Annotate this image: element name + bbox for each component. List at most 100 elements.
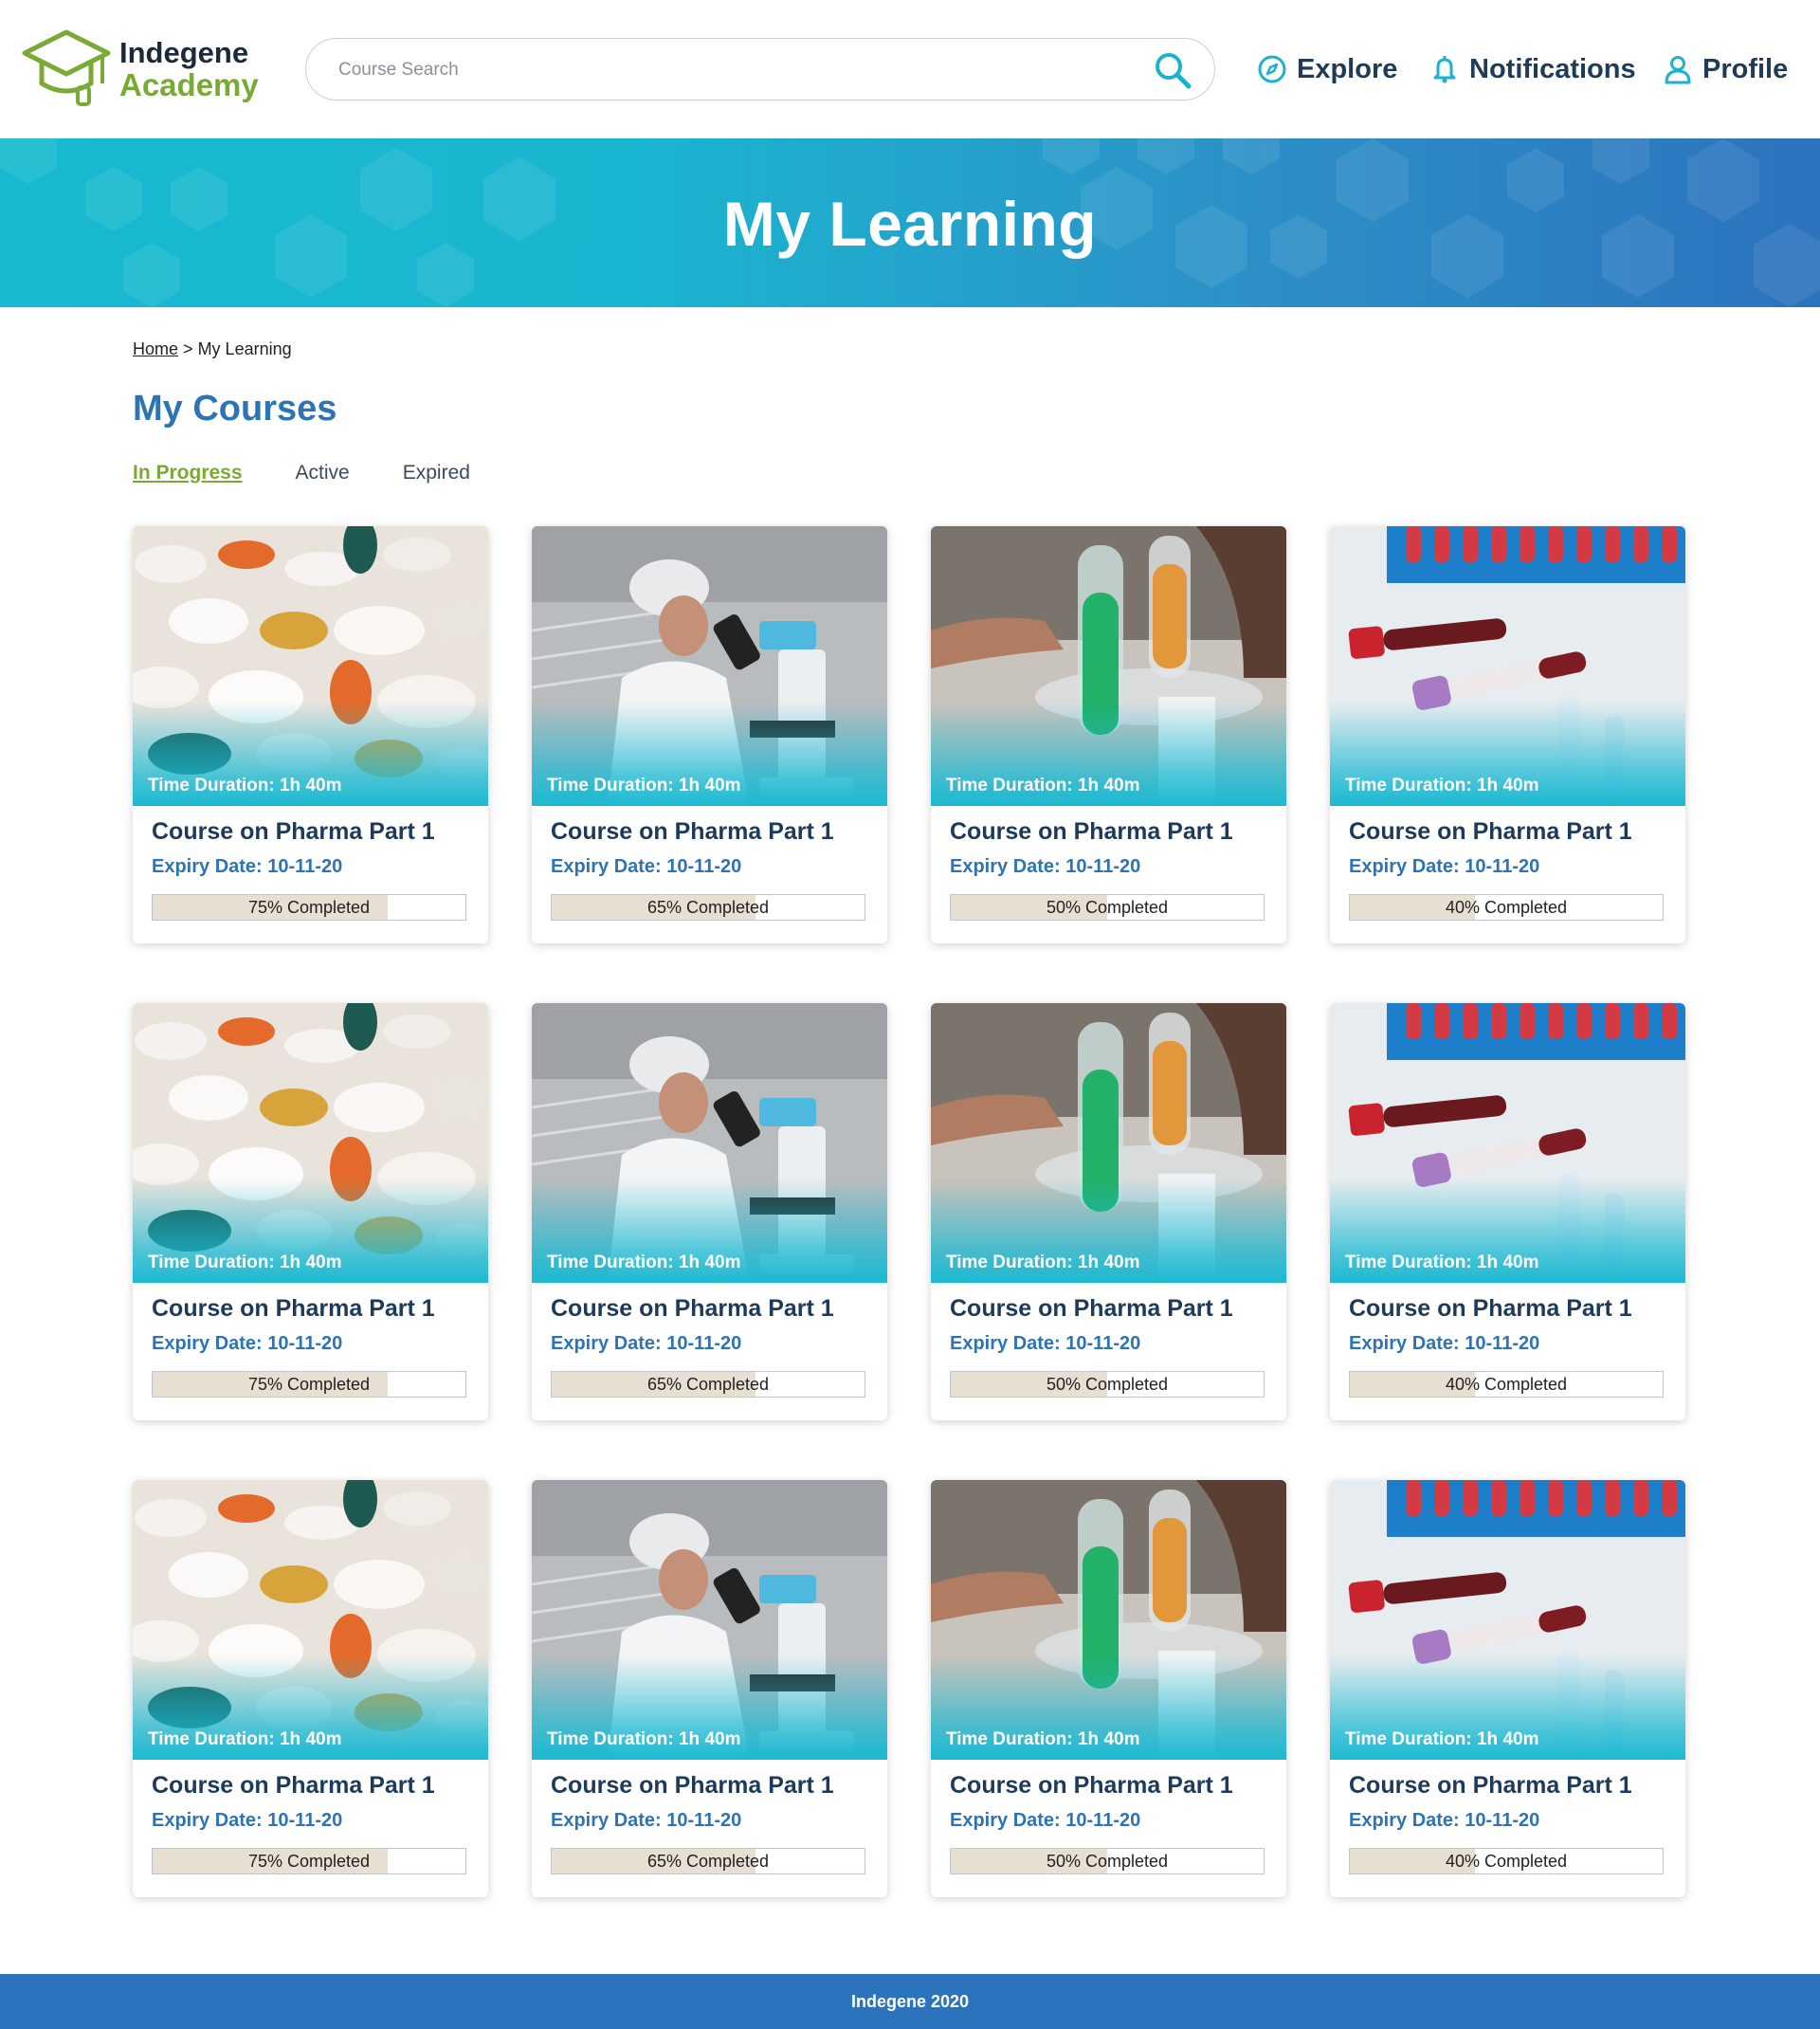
course-card[interactable]: Time Duration: 1h 40m Course on Pharma P… (532, 1480, 887, 1897)
course-thumbnail[interactable] (133, 1480, 488, 1760)
nav-notifications[interactable]: Notifications (1429, 47, 1636, 91)
nav-explore[interactable]: Explore (1257, 47, 1397, 91)
course-duration: Time Duration: 1h 40m (946, 776, 1140, 795)
course-thumbnail[interactable] (1330, 1003, 1685, 1283)
course-expiry: Expiry Date: 10-11-20 (1349, 856, 1540, 877)
course-title[interactable]: Course on Pharma Part 1 (1349, 1295, 1632, 1323)
course-title[interactable]: Course on Pharma Part 1 (950, 1295, 1233, 1323)
progress-label: 75% Completed (247, 898, 371, 917)
progress-label: 50% Completed (1046, 898, 1169, 917)
progress-bar: 65% Completed (551, 894, 865, 921)
compass-icon (1258, 55, 1286, 83)
progress-bar: 40% Completed (1349, 894, 1664, 921)
course-expiry: Expiry Date: 10-11-20 (551, 856, 742, 877)
course-duration: Time Duration: 1h 40m (1345, 776, 1539, 795)
course-thumbnail[interactable] (931, 1480, 1286, 1760)
course-tabs: In Progress Active Expired (133, 462, 523, 484)
progress-bar: 50% Completed (950, 894, 1265, 921)
progress-label: 50% Completed (1046, 1375, 1169, 1394)
nav-explore-label: Explore (1297, 53, 1398, 84)
course-duration: Time Duration: 1h 40m (547, 1252, 741, 1272)
breadcrumb: Home > My Learning (133, 339, 292, 359)
progress-bar: 40% Completed (1349, 1371, 1664, 1398)
progress-label: 40% Completed (1445, 1852, 1568, 1871)
course-duration: Time Duration: 1h 40m (1345, 1729, 1539, 1749)
search-bar (305, 38, 1215, 101)
course-title[interactable]: Course on Pharma Part 1 (551, 818, 834, 846)
course-duration: Time Duration: 1h 40m (1345, 1252, 1539, 1272)
search-input[interactable] (338, 54, 1116, 86)
course-title[interactable]: Course on Pharma Part 1 (152, 1295, 435, 1323)
tab-expired[interactable]: Expired (403, 462, 470, 484)
course-expiry: Expiry Date: 10-11-20 (551, 1810, 742, 1831)
breadcrumb-separator: > (183, 339, 193, 358)
course-card[interactable]: Time Duration: 1h 40m Course on Pharma P… (931, 526, 1286, 943)
nav-profile[interactable]: Profile (1663, 47, 1788, 91)
course-card[interactable]: Time Duration: 1h 40m Course on Pharma P… (532, 526, 887, 943)
course-thumbnail[interactable] (1330, 1480, 1685, 1760)
nav-profile-label: Profile (1702, 53, 1789, 84)
course-thumbnail[interactable] (1330, 526, 1685, 806)
course-expiry: Expiry Date: 10-11-20 (1349, 1333, 1540, 1354)
logo[interactable]: Indegene Academy (19, 25, 265, 114)
course-card[interactable]: Time Duration: 1h 40m Course on Pharma P… (133, 1480, 488, 1897)
course-card[interactable]: Time Duration: 1h 40m Course on Pharma P… (931, 1480, 1286, 1897)
course-thumbnail[interactable] (931, 526, 1286, 806)
course-title[interactable]: Course on Pharma Part 1 (551, 1772, 834, 1800)
course-card[interactable]: Time Duration: 1h 40m Course on Pharma P… (931, 1003, 1286, 1420)
course-card[interactable]: Time Duration: 1h 40m Course on Pharma P… (532, 1003, 887, 1420)
section-title: My Courses (133, 389, 337, 429)
course-thumbnail[interactable] (133, 526, 488, 806)
course-title[interactable]: Course on Pharma Part 1 (1349, 1772, 1632, 1800)
course-title[interactable]: Course on Pharma Part 1 (152, 1772, 435, 1800)
site-header: Indegene Academy Explore Notifications P… (0, 0, 1820, 138)
logo-line-2: Academy (119, 67, 259, 102)
course-duration: Time Duration: 1h 40m (547, 776, 741, 795)
progress-label: 40% Completed (1445, 898, 1568, 917)
bell-icon (1433, 56, 1456, 83)
page-title: My Learning (722, 189, 1098, 259)
search-icon[interactable] (1154, 51, 1192, 89)
progress-bar: 75% Completed (152, 1848, 466, 1874)
logo-line-1: Indegene (119, 36, 249, 69)
course-title[interactable]: Course on Pharma Part 1 (950, 1772, 1233, 1800)
course-expiry: Expiry Date: 10-11-20 (152, 1333, 343, 1354)
course-title[interactable]: Course on Pharma Part 1 (950, 818, 1233, 846)
progress-bar: 65% Completed (551, 1371, 865, 1398)
course-title[interactable]: Course on Pharma Part 1 (152, 818, 435, 846)
progress-label: 50% Completed (1046, 1852, 1169, 1871)
course-duration: Time Duration: 1h 40m (148, 776, 342, 795)
course-thumbnail[interactable] (931, 1003, 1286, 1283)
course-title[interactable]: Course on Pharma Part 1 (551, 1295, 834, 1323)
course-card[interactable]: Time Duration: 1h 40m Course on Pharma P… (133, 526, 488, 943)
course-expiry: Expiry Date: 10-11-20 (1349, 1810, 1540, 1831)
course-title[interactable]: Course on Pharma Part 1 (1349, 818, 1632, 846)
course-card[interactable]: Time Duration: 1h 40m Course on Pharma P… (1330, 1003, 1685, 1420)
course-duration: Time Duration: 1h 40m (547, 1729, 741, 1749)
breadcrumb-current: My Learning (197, 339, 292, 358)
progress-label: 75% Completed (247, 1375, 371, 1394)
course-thumbnail[interactable] (532, 1003, 887, 1283)
progress-bar: 50% Completed (950, 1371, 1265, 1398)
progress-bar: 75% Completed (152, 894, 466, 921)
progress-label: 65% Completed (646, 1375, 770, 1394)
course-duration: Time Duration: 1h 40m (148, 1729, 342, 1749)
progress-bar: 40% Completed (1349, 1848, 1664, 1874)
footer: Indegene 2020 (0, 1974, 1820, 2029)
course-card[interactable]: Time Duration: 1h 40m Course on Pharma P… (1330, 1480, 1685, 1897)
course-card[interactable]: Time Duration: 1h 40m Course on Pharma P… (1330, 526, 1685, 943)
progress-bar: 50% Completed (950, 1848, 1265, 1874)
breadcrumb-home-link[interactable]: Home (133, 339, 178, 358)
tab-in-progress[interactable]: In Progress (133, 462, 243, 484)
course-card[interactable]: Time Duration: 1h 40m Course on Pharma P… (133, 1003, 488, 1420)
course-thumbnail[interactable] (133, 1003, 488, 1283)
course-expiry: Expiry Date: 10-11-20 (950, 1810, 1141, 1831)
tab-active[interactable]: Active (296, 462, 350, 484)
course-thumbnail[interactable] (532, 526, 887, 806)
course-expiry: Expiry Date: 10-11-20 (950, 856, 1141, 877)
course-expiry: Expiry Date: 10-11-20 (950, 1333, 1141, 1354)
course-duration: Time Duration: 1h 40m (946, 1252, 1140, 1272)
course-duration: Time Duration: 1h 40m (946, 1729, 1140, 1749)
nav-notifications-label: Notifications (1469, 53, 1636, 84)
course-thumbnail[interactable] (532, 1480, 887, 1760)
